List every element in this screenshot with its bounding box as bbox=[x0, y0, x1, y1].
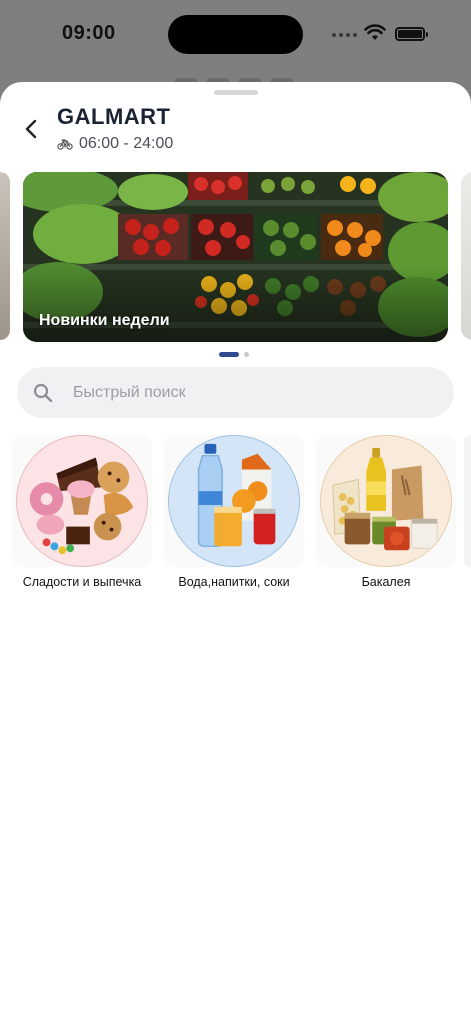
pagination-dot-active[interactable] bbox=[219, 352, 239, 357]
category-label: Бакалея bbox=[361, 575, 411, 589]
back-button[interactable] bbox=[18, 116, 44, 142]
store-sheet: GALMART 06:00 - 24:00 Новинки недели Быс… bbox=[0, 82, 471, 1024]
drinks-image bbox=[169, 436, 299, 566]
promo-carousel[interactable]: Новинки недели bbox=[0, 172, 471, 344]
carousel-slide-next[interactable] bbox=[461, 172, 471, 340]
category-card-next[interactable] bbox=[464, 435, 471, 567]
category-label: Сладости и выпечка bbox=[22, 575, 142, 589]
category-card[interactable] bbox=[12, 435, 152, 567]
chevron-left-icon bbox=[25, 119, 37, 139]
grocery-image bbox=[321, 436, 451, 566]
category-image bbox=[16, 435, 148, 567]
pagination-dot[interactable] bbox=[244, 352, 249, 357]
dynamic-island bbox=[168, 15, 303, 54]
signal-icon bbox=[332, 33, 357, 37]
category-image bbox=[320, 435, 452, 567]
wifi-icon bbox=[364, 24, 386, 40]
carousel-slide-previous[interactable] bbox=[0, 172, 10, 340]
battery-icon bbox=[395, 27, 428, 41]
hours-text: 06:00 - 24:00 bbox=[79, 135, 174, 152]
category-card[interactable] bbox=[316, 435, 456, 567]
status-bar: 09:00 bbox=[0, 0, 471, 70]
carousel-slide[interactable]: Новинки недели bbox=[23, 172, 448, 342]
delivery-bike-icon bbox=[57, 139, 73, 150]
category-image bbox=[168, 435, 300, 567]
category-card[interactable] bbox=[164, 435, 304, 567]
carousel-pagination bbox=[219, 352, 249, 357]
sheet-grabber[interactable] bbox=[214, 90, 258, 95]
sweets-pastry-image bbox=[17, 436, 147, 566]
category-list: Сладости и выпечка Вода,напитки, соки Ба… bbox=[12, 435, 471, 595]
status-time: 09:00 bbox=[62, 22, 116, 44]
store-title: GALMART bbox=[57, 104, 171, 129]
slide-label: Новинки недели bbox=[39, 312, 170, 329]
store-hours: 06:00 - 24:00 bbox=[57, 135, 173, 153]
search-input[interactable] bbox=[73, 383, 413, 402]
category-item[interactable]: Сладости и выпечка bbox=[12, 435, 152, 595]
category-item[interactable]: Бакалея bbox=[316, 435, 456, 595]
search-bar[interactable] bbox=[17, 367, 454, 418]
category-label: Вода,напитки, соки bbox=[178, 575, 290, 589]
search-icon bbox=[33, 383, 53, 402]
category-item[interactable]: Вода,напитки, соки bbox=[164, 435, 304, 595]
